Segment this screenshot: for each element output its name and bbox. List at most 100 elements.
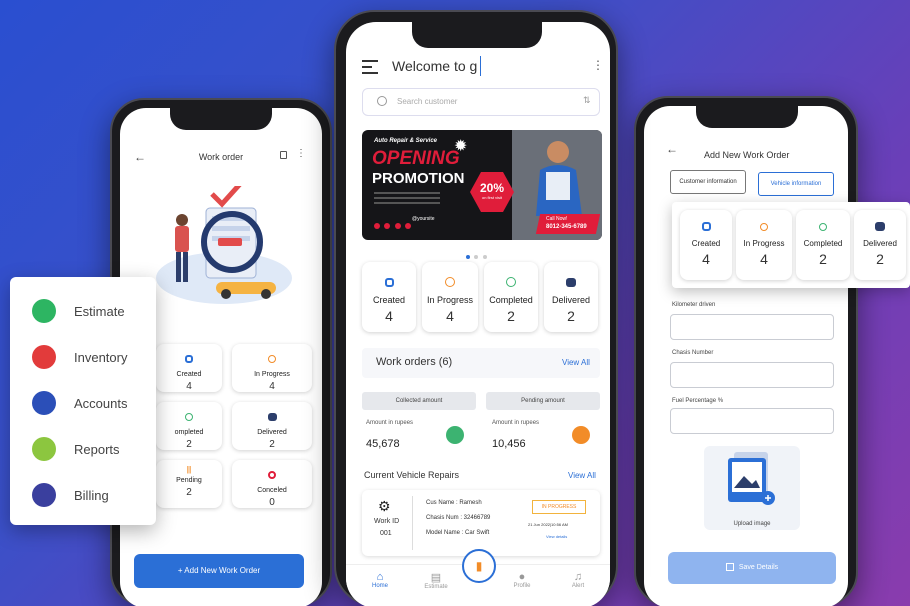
menu-item-billing[interactable]: Billing: [32, 483, 150, 507]
completed-icon: [506, 277, 516, 287]
in-progress-icon: [445, 277, 455, 287]
created-icon: [384, 278, 394, 287]
add-work-order-button[interactable]: + Add New Work Order: [134, 554, 304, 588]
inventory-icon: [32, 345, 56, 369]
wrench-gear-icon: ⚙: [378, 498, 391, 514]
hamburger-menu-icon[interactable]: [362, 60, 378, 74]
field-label-fuel: Fuel Percentage %: [672, 398, 724, 404]
tab-customer-info[interactable]: Customer information: [670, 170, 746, 194]
nav-home[interactable]: ⌂ Home: [360, 571, 400, 589]
promo-banner[interactable]: Auto Repair & Service OPENING PROMOTION …: [362, 130, 602, 240]
welcome-title: Welcome to g: [392, 58, 478, 74]
right-tile-completed[interactable]: Completed 2: [796, 210, 850, 280]
status-badge: IN PROGRESS: [532, 500, 586, 514]
repair-card[interactable]: ⚙ Work ID 001 Cus Name : Ramesh Chasis N…: [362, 490, 600, 556]
estimate-icon: [32, 299, 56, 323]
accounts-icon: [32, 391, 56, 415]
repairs-heading: Current Vehicle Repairs: [364, 470, 460, 480]
in-progress-icon: [760, 223, 768, 231]
filter-icon[interactable]: ⇅: [583, 95, 591, 106]
right-phone: ← Add New Work Order Customer informatio…: [634, 96, 858, 606]
bottom-nav: ⌂ Home ▤ Estimate ▮ ● Profile ♫ Alert: [346, 549, 610, 606]
created-icon: [185, 355, 193, 363]
upload-image-area[interactable]: Upload image: [704, 446, 800, 530]
left-tile-delivered[interactable]: Delivered 2: [232, 402, 312, 450]
delivered-icon: [267, 413, 277, 421]
menu-item-reports[interactable]: Reports: [32, 437, 150, 461]
profile-icon: ●: [518, 571, 526, 583]
right-screen: ← Add New Work Order Customer informatio…: [644, 106, 848, 606]
center-tile-created[interactable]: Created 4: [362, 262, 416, 332]
field-label-chassis: Chasis Number: [672, 350, 714, 356]
pending-icon: ||: [186, 465, 192, 474]
chassis-input[interactable]: [670, 362, 834, 388]
kilometer-input[interactable]: [670, 314, 834, 340]
save-details-button[interactable]: Save Details: [668, 552, 836, 584]
pending-value: 10,456: [492, 438, 526, 450]
left-tile-created[interactable]: Created 4: [156, 344, 222, 392]
completed-icon: [819, 223, 827, 231]
left-page-title: Work order: [198, 152, 244, 162]
menu-item-estimate[interactable]: Estimate: [32, 299, 150, 323]
module-menu: Estimate Inventory Accounts Reports Bill…: [10, 277, 156, 525]
completed-icon: [185, 413, 193, 421]
left-more-icon[interactable]: ⋮: [296, 148, 306, 159]
center-tile-in-progress[interactable]: In Progress 4: [422, 262, 478, 332]
left-tile-canceled[interactable]: Conceled 0: [232, 460, 312, 508]
right-tile-delivered[interactable]: Delivered 2: [854, 210, 906, 280]
in-progress-icon: [268, 355, 276, 363]
work-orders-heading: Work orders (6) View All: [362, 348, 600, 378]
collected-amount-card: Collected amount Amount in rupees 45,678: [362, 392, 476, 458]
search-bar[interactable]: Search customer ⇅: [362, 88, 600, 116]
nav-center-fab[interactable]: ▮: [462, 549, 496, 583]
illustration: [154, 182, 294, 306]
estimate-icon: ▤: [430, 572, 442, 584]
field-label-kilometer: Kilometer driven: [672, 302, 716, 308]
pending-amount-icon: [572, 426, 590, 444]
bell-icon: ♫: [573, 571, 583, 583]
left-tile-completed[interactable]: ompleted 2: [156, 402, 222, 450]
clipboard-icon: ▮: [475, 559, 483, 573]
canceled-icon: [268, 471, 276, 479]
right-stats-card: Created 4 In Progress 4 Completed 2 Deli…: [672, 202, 910, 288]
discount-badge: 20% on first visit: [470, 172, 514, 212]
gear-icon: ✹: [454, 138, 468, 155]
left-copy-icon[interactable]: [280, 151, 287, 159]
repairs-view-all[interactable]: View All: [568, 471, 596, 480]
social-icons: [374, 216, 412, 234]
center-phone: Welcome to g ⋮ Search customer ⇅ Auto Re…: [334, 10, 618, 606]
work-orders-view-all[interactable]: View All: [562, 358, 590, 367]
center-tile-delivered[interactable]: Delivered 2: [544, 262, 598, 332]
nav-profile[interactable]: ● Profile: [502, 571, 542, 589]
nav-estimate[interactable]: ▤ Estimate: [416, 571, 456, 590]
delivered-icon: [875, 222, 885, 231]
left-tile-pending[interactable]: || Pending 2: [156, 460, 222, 508]
view-details-link[interactable]: View details: [546, 534, 567, 539]
right-page-title: Add New Work Order: [704, 150, 790, 160]
text-cursor: [480, 56, 481, 76]
nav-alert[interactable]: ♫ Alert: [558, 571, 598, 589]
delivered-icon: [566, 278, 576, 287]
reports-icon: [32, 437, 56, 461]
right-tile-created[interactable]: Created 4: [680, 210, 732, 280]
billing-icon: [32, 483, 56, 507]
pending-amount-card: Pending amount Amount in rupees 10,456: [486, 392, 600, 458]
home-icon: ⌂: [376, 571, 384, 583]
menu-item-inventory[interactable]: Inventory: [32, 345, 150, 369]
left-tile-in-progress[interactable]: In Progress 4: [232, 344, 312, 392]
fuel-input[interactable]: [670, 408, 834, 434]
mechanic-photo: [530, 136, 588, 216]
search-icon: [377, 96, 387, 106]
center-screen: Welcome to g ⋮ Search customer ⇅ Auto Re…: [346, 22, 610, 606]
tab-vehicle-info[interactable]: Vehicle information: [758, 172, 834, 196]
center-more-icon[interactable]: ⋮: [592, 58, 604, 72]
collected-value: 45,678: [366, 438, 400, 450]
right-tile-in-progress[interactable]: In Progress 4: [736, 210, 792, 280]
image-upload-icon: [728, 452, 775, 505]
created-icon: [701, 222, 711, 231]
right-back-arrow-icon[interactable]: ←: [666, 142, 678, 156]
center-tile-completed[interactable]: Completed 2: [484, 262, 538, 332]
save-icon: [725, 563, 734, 572]
menu-item-accounts[interactable]: Accounts: [32, 391, 150, 415]
wallet-icon: [446, 426, 464, 444]
